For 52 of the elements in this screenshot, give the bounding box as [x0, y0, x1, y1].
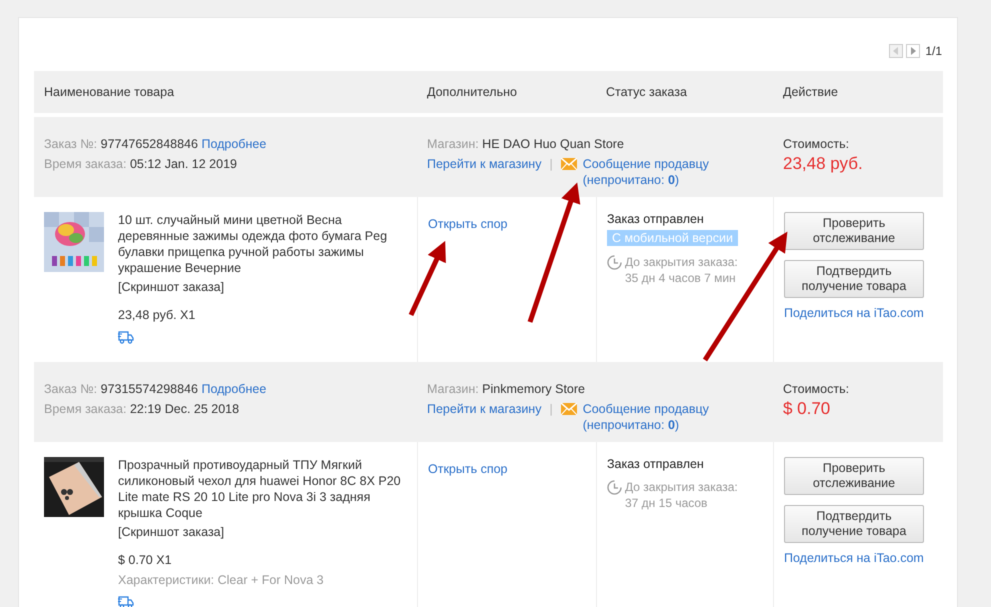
envelope-icon [560, 403, 577, 415]
action-button[interactable]: Подтвердить получение товара [784, 260, 924, 298]
link-separator: | [549, 401, 553, 418]
countdown-text: До закрытия заказа: 35 дн 4 часов 7 мин [625, 254, 739, 286]
column-header: Наименование товара [44, 85, 174, 99]
clock-icon [607, 480, 622, 495]
order-number: Заказ №: 97747652848846 [44, 137, 198, 151]
countdown-text: До закрытия заказа: 37 дн 15 часов [625, 479, 739, 511]
message-seller-link[interactable]: Сообщение продавцу (непрочитано: 0) [582, 156, 709, 188]
mobile-version-tag: С мобильной версии [607, 230, 738, 246]
left-triangle-icon [893, 47, 900, 55]
share-link[interactable]: Поделиться на iTao.com [784, 306, 924, 320]
action-button[interactable]: Проверить отслеживание [784, 457, 924, 495]
store-name: Магазин: Pinkmemory Store [427, 382, 585, 396]
order-snapshot-link[interactable]: [Скриншот заказа] [118, 280, 224, 294]
open-dispute-link[interactable]: Открыть спор [428, 462, 508, 476]
order-snapshot-link[interactable]: [Скриншот заказа] [118, 525, 224, 539]
cost-label: Стоимость: [783, 382, 850, 396]
order-cost: 23,48 руб. [783, 154, 863, 173]
open-dispute-link[interactable]: Открыть спор [428, 217, 508, 231]
page-counter: 1/1 [925, 44, 942, 58]
message-seller-link[interactable]: Сообщение продавцу (непрочитано: 0) [582, 401, 709, 433]
details-link[interactable]: Подробнее [201, 137, 266, 151]
order-cost: $ 0.70 [783, 399, 830, 418]
item-price: 23,48 руб. X1 [118, 308, 196, 322]
item-specs: Характеристики: Clear + For Nova 3 [118, 573, 324, 587]
details-link[interactable]: Подробнее [201, 382, 266, 396]
action-button[interactable]: Подтвердить получение товара [784, 505, 924, 543]
share-link[interactable]: Поделиться на iTao.com [784, 551, 924, 565]
order-number: Заказ №: 97315574298846 [44, 382, 198, 396]
store-link[interactable]: Перейти к магазину [427, 399, 542, 419]
right-triangle-icon [910, 47, 916, 55]
column-header: Статус заказа [606, 85, 687, 99]
item-price: $ 0.70 X1 [118, 553, 172, 567]
store-link[interactable]: Перейти к магазину [427, 154, 542, 174]
truck-icon[interactable] [118, 595, 134, 607]
truck-icon[interactable] [118, 330, 134, 344]
column-header: Действие [783, 85, 838, 99]
action-button[interactable]: Проверить отслеживание [784, 212, 924, 250]
store-name: Магазин: HE DAO Huo Quan Store [427, 137, 624, 151]
cost-label: Стоимость: [783, 137, 850, 151]
next-page-button[interactable] [906, 44, 920, 58]
product-title[interactable]: 10 шт. случайный мини цветной Весна деревянные зажимы одежда фото бумага Peg булавки прищепка ручной работы зажимы украшение Вечерние [118, 212, 407, 276]
order-status: Заказ отправлен [607, 212, 704, 226]
link-separator: | [549, 156, 553, 173]
column-header: Дополнительно [427, 85, 517, 99]
product-title[interactable]: Прозрачный противоударный ТПУ Мягкий силиконовый чехол для huawei Honor 8C 8X P20 Lite mate RS 20 10 Lite pro Nova 3i 3 задняя крышка Coque [118, 457, 407, 521]
clock-icon [607, 255, 622, 270]
envelope-icon [560, 158, 577, 170]
order-time: Время заказа: 22:19 Dec. 25 2018 [44, 402, 240, 416]
order-time: Время заказа: 05:12 Jan. 12 2019 [44, 157, 237, 171]
order-status: Заказ отправлен [607, 457, 704, 471]
